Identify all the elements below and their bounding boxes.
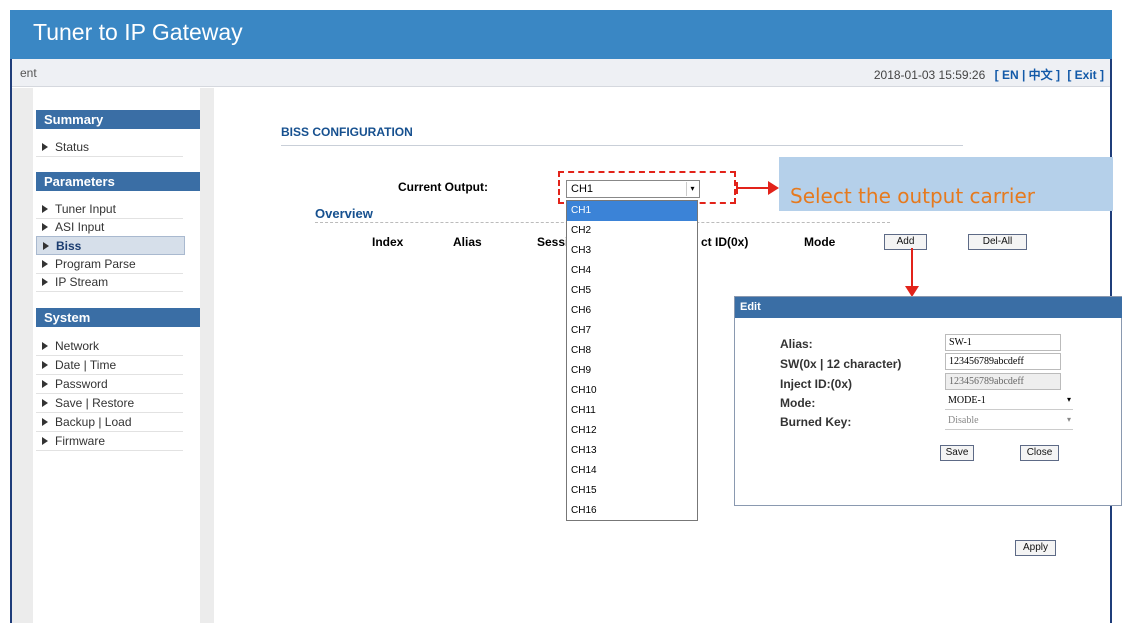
annotation-arrow-line — [736, 187, 770, 189]
section-summary: Summary — [36, 110, 200, 129]
arrow-right-icon — [42, 260, 48, 268]
sidebar-item-label: Biss — [56, 239, 82, 253]
dropdown-option[interactable]: CH11 — [567, 401, 697, 421]
sidebar-item-label: Password — [55, 377, 108, 391]
sidebar: Summary Status Parameters Tuner Input AS… — [33, 88, 200, 623]
sidebar-item-program-parse[interactable]: Program Parse — [36, 255, 183, 274]
sidebar-item-save-restore[interactable]: Save | Restore — [36, 394, 183, 413]
column-header-session: Sessi — [537, 235, 569, 249]
arrow-right-icon — [42, 223, 48, 231]
chevron-down-icon: ▾ — [1066, 415, 1071, 424]
dropdown-option[interactable]: CH13 — [567, 441, 697, 461]
sidebar-item-firmware[interactable]: Firmware — [36, 432, 183, 451]
arrow-right-icon — [42, 399, 48, 407]
dropdown-option[interactable]: CH6 — [567, 301, 697, 321]
sidebar-item-label: Tuner Input — [55, 202, 116, 216]
inject-id-input: 123456789abcdeff — [945, 373, 1061, 390]
sidebar-item-label: Network — [55, 339, 100, 353]
column-header-alias: Alias — [453, 235, 482, 249]
dropdown-option[interactable]: CH10 — [567, 381, 697, 401]
alias-input[interactable]: SW-1 — [945, 334, 1061, 351]
apply-button[interactable]: Apply — [1015, 540, 1056, 556]
sidebar-item-date-time[interactable]: Date | Time — [36, 356, 183, 375]
edit-dialog-title: Edit — [735, 297, 1122, 318]
dropdown-option[interactable]: CH7 — [567, 321, 697, 341]
language-switch-link[interactable]: [ EN | 中文 ] — [995, 68, 1060, 82]
exit-link[interactable]: [ Exit ] — [1067, 68, 1104, 82]
save-button[interactable]: Save — [940, 445, 974, 461]
topbar-right: 2018-01-03 15:59:26 [ EN | 中文 ] [ Exit ] — [874, 66, 1104, 83]
dropdown-option[interactable]: CH16 — [567, 501, 697, 521]
burned-key-label: Burned Key: — [780, 415, 852, 429]
mode-label: Mode: — [780, 396, 816, 410]
arrow-right-icon — [42, 342, 48, 350]
sidebar-item-status[interactable]: Status — [36, 138, 183, 157]
dropdown-option[interactable]: CH3 — [567, 241, 697, 261]
sidebar-item-label: Status — [55, 140, 90, 154]
app-title: Tuner to IP Gateway — [33, 19, 243, 45]
arrow-right-icon — [42, 418, 48, 426]
dropdown-option[interactable]: CH14 — [567, 461, 697, 481]
annotation-arrow-down-line — [911, 248, 913, 288]
dropdown-option[interactable]: CH4 — [567, 261, 697, 281]
inject-id-label: Inject ID:(0x) — [780, 377, 853, 391]
arrow-right-icon — [42, 205, 48, 213]
burned-key-value: Disable — [948, 415, 979, 426]
sw-input[interactable]: 123456789abcdeff — [945, 353, 1061, 370]
arrow-right-icon — [42, 278, 48, 286]
dropdown-option[interactable]: CH12 — [567, 421, 697, 441]
overview-heading: Overview — [315, 206, 373, 221]
arrow-right-icon — [42, 361, 48, 369]
top-status-bar: ent 2018-01-03 15:59:26 [ EN | 中文 ] [ Ex… — [12, 59, 1110, 87]
sidebar-item-label: Backup | Load — [55, 415, 132, 429]
page-title: BISS CONFIGURATION — [281, 125, 413, 139]
breadcrumb: ent — [20, 66, 37, 80]
sidebar-item-label: Save | Restore — [55, 396, 135, 410]
dropdown-option[interactable]: CH8 — [567, 341, 697, 361]
sidebar-item-label: Program Parse — [55, 257, 136, 271]
sw-label: SW(0x | 12 character) — [780, 357, 902, 371]
sidebar-item-label: Date | Time — [55, 358, 117, 372]
section-parameters: Parameters — [36, 172, 200, 191]
sidebar-item-tuner-input[interactable]: Tuner Input — [36, 200, 183, 219]
sidebar-item-password[interactable]: Password — [36, 375, 183, 394]
arrow-right-icon — [42, 380, 48, 388]
alias-label: Alias: — [780, 337, 813, 351]
column-header-inject-id: ct ID(0x) — [701, 235, 749, 249]
annotation-callout: Select the output carrier — [779, 157, 1113, 211]
arrow-right-icon — [42, 437, 48, 445]
add-button[interactable]: Add — [884, 234, 927, 250]
arrow-right-icon — [42, 143, 48, 151]
dropdown-option[interactable]: CH5 — [567, 281, 697, 301]
sidebar-item-label: IP Stream — [55, 275, 109, 289]
sidebar-item-label: Firmware — [55, 434, 105, 448]
dropdown-option[interactable]: CH9 — [567, 361, 697, 381]
sidebar-item-biss[interactable]: Biss — [36, 236, 185, 255]
output-dropdown-list[interactable]: CH1 CH2 CH3 CH4 CH5 CH6 CH7 CH8 CH9 CH10… — [566, 200, 698, 521]
chevron-down-icon: ▾ — [1066, 395, 1071, 404]
title-divider — [281, 145, 963, 146]
mode-select[interactable]: MODE-1 ▾ — [945, 393, 1073, 410]
burned-key-select: Disable ▾ — [945, 413, 1073, 430]
callout-text: Select the output carrier — [790, 184, 1035, 208]
sidebar-item-ip-stream[interactable]: IP Stream — [36, 273, 183, 292]
arrow-right-icon — [768, 181, 779, 195]
current-output-label: Current Output: — [398, 180, 488, 194]
close-button[interactable]: Close — [1020, 445, 1059, 461]
section-system: System — [36, 308, 200, 327]
sidebar-item-network[interactable]: Network — [36, 337, 183, 356]
arrow-right-icon — [43, 242, 49, 250]
dropdown-option[interactable]: CH2 — [567, 221, 697, 241]
mode-select-value: MODE-1 — [948, 395, 986, 406]
dropdown-option[interactable]: CH1 — [567, 201, 697, 221]
sidebar-item-asi-input[interactable]: ASI Input — [36, 218, 183, 237]
sidebar-item-backup-load[interactable]: Backup | Load — [36, 413, 183, 432]
datetime-text: 2018-01-03 15:59:26 — [873, 68, 986, 82]
app-header: Tuner to IP Gateway — [10, 10, 1112, 59]
column-header-mode: Mode — [804, 235, 836, 249]
delete-all-button[interactable]: Del-All — [968, 234, 1027, 250]
column-header-index: Index — [372, 235, 404, 249]
dropdown-option[interactable]: CH15 — [567, 481, 697, 501]
sidebar-item-label: ASI Input — [55, 220, 105, 234]
